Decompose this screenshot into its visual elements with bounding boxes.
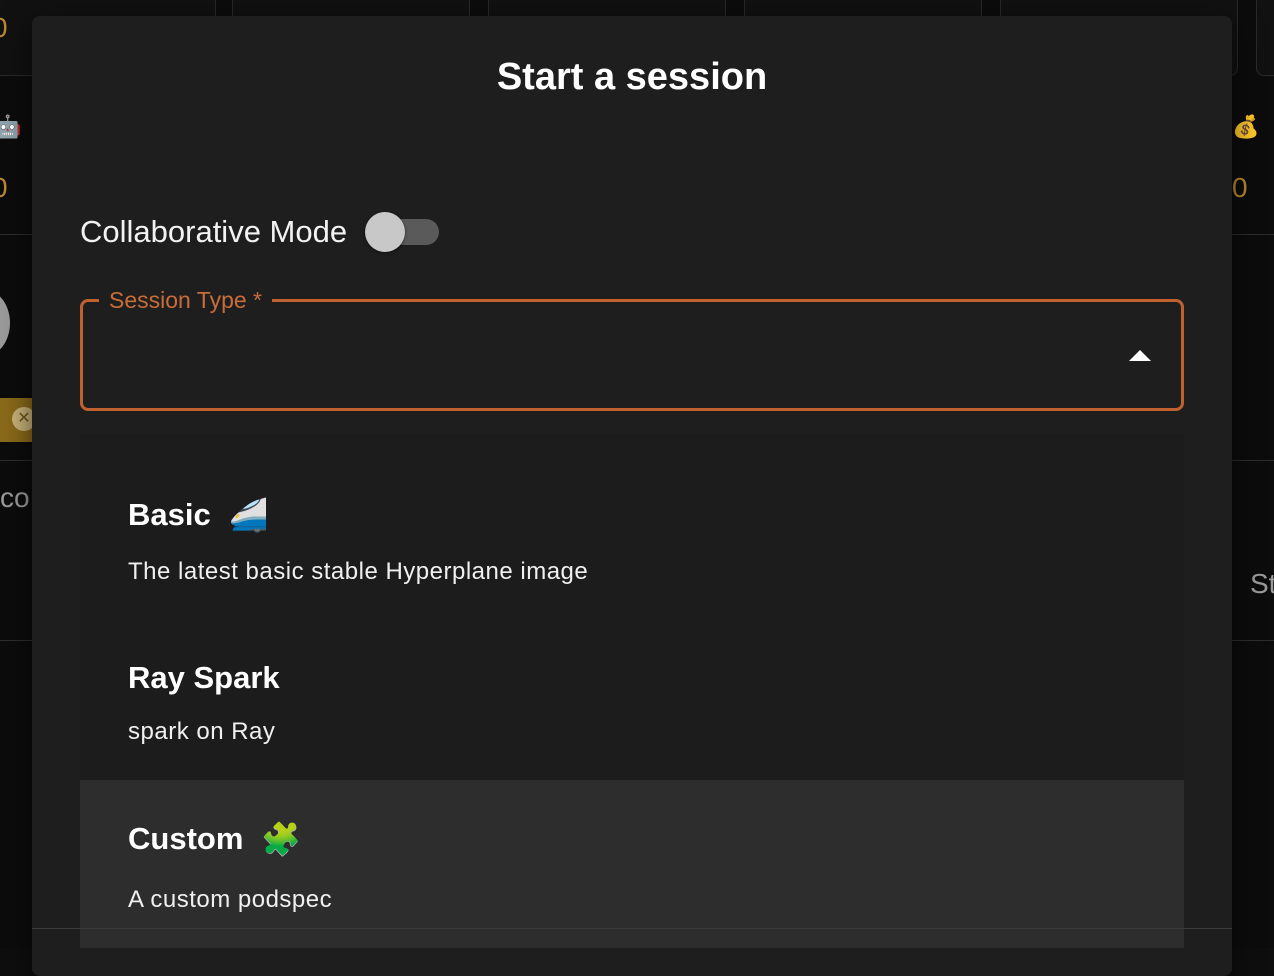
dialog-divider <box>32 928 1232 929</box>
bg-label: co <box>0 482 30 513</box>
bg-value: 0 <box>0 12 8 44</box>
menu-option-basic[interactable]: Basic 🚄 The latest basic stable Hyperpla… <box>80 434 1184 598</box>
session-type-label: Session Type * <box>99 285 273 315</box>
option-title-text: Basic <box>128 497 211 532</box>
avatar <box>0 290 10 356</box>
option-description: A custom podspec <box>128 886 333 913</box>
start-session-dialog: Start a session Collaborative Mode Sessi… <box>32 16 1232 976</box>
toggle-thumb[interactable] <box>365 212 406 252</box>
menu-option-ray-spark[interactable]: Ray Spark spark on Ray <box>80 598 1184 780</box>
option-title: Basic 🚄 <box>128 496 269 534</box>
robot-icon: 🤖 <box>0 114 22 139</box>
caret-up-icon[interactable] <box>1129 350 1151 361</box>
dialog-title: Start a session <box>496 56 768 98</box>
money-bag-icon: 💰 <box>1232 114 1260 139</box>
collaborative-mode-label: Collaborative Mode <box>80 214 348 249</box>
option-title: Custom 🧩 <box>128 820 301 858</box>
option-title: Ray Spark <box>128 660 280 696</box>
puzzle-icon: 🧩 <box>261 821 302 857</box>
collaborative-mode-toggle[interactable] <box>365 212 441 252</box>
option-title-text: Custom <box>128 821 244 856</box>
option-title-text: Ray Spark <box>128 660 280 695</box>
collaborative-mode-row: Collaborative Mode <box>80 212 441 252</box>
bg-value: 0 <box>0 172 8 204</box>
option-description: spark on Ray <box>128 718 276 745</box>
train-icon: 🚄 <box>228 497 269 533</box>
option-description: The latest basic stable Hyperplane image <box>128 558 589 585</box>
session-type-select[interactable]: Session Type * <box>80 285 1184 411</box>
session-type-menu: Basic 🚄 The latest basic stable Hyperpla… <box>80 434 1184 948</box>
menu-option-custom[interactable]: Custom 🧩 A custom podspec <box>80 780 1184 948</box>
bg-value: 0 <box>1232 172 1248 203</box>
bg-label: St <box>1250 568 1274 599</box>
bg-card <box>1256 0 1274 76</box>
